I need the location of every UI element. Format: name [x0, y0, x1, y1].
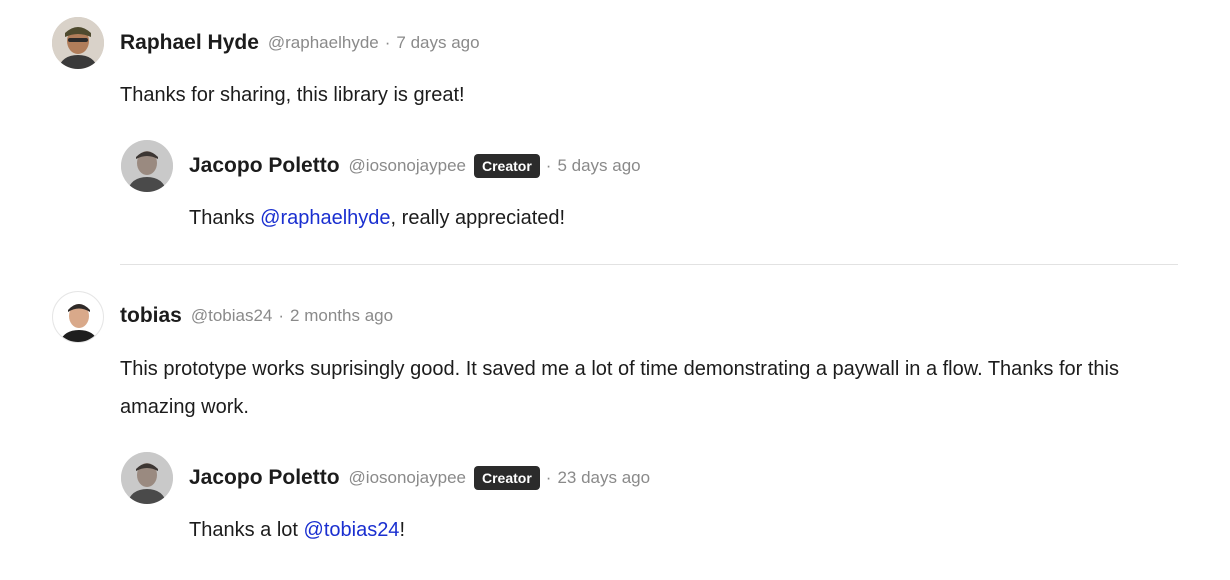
comment-header: tobias @tobias24 · 2 months ago: [120, 301, 393, 331]
reply-text: Thanks a lot @tobias24!: [189, 511, 405, 549]
user-photo-icon: [52, 17, 104, 69]
separator-dot: ·: [545, 156, 552, 175]
comment-header: Raphael Hyde @raphaelhyde · 7 days ago: [120, 28, 480, 58]
user-photo-icon: [121, 452, 173, 504]
reply-text: Thanks @raphaelhyde, really appreciated!: [189, 199, 565, 237]
reply-text-start: Thanks: [189, 207, 261, 229]
creator-badge: Creator: [473, 154, 540, 178]
reply-header: Jacopo Poletto @iosonojaypee Creator · 5…: [189, 151, 641, 181]
timestamp: 23 days ago: [557, 468, 651, 487]
separator-dot: ·: [278, 306, 285, 325]
comment-divider: [120, 264, 1178, 265]
creator-badge: Creator: [473, 466, 540, 490]
reply-text-end: !: [399, 519, 405, 541]
reply-header: Jacopo Poletto @iosonojaypee Creator · 2…: [189, 463, 650, 493]
author-name[interactable]: Jacopo Poletto: [189, 466, 340, 490]
user-photo-icon: [53, 292, 103, 342]
author-handle[interactable]: @tobias24: [191, 306, 273, 326]
avatar[interactable]: [121, 140, 173, 192]
author-name[interactable]: Jacopo Poletto: [189, 154, 340, 178]
author-handle[interactable]: @iosonojaypee: [349, 156, 466, 176]
author-handle[interactable]: @raphaelhyde: [268, 33, 379, 53]
timestamp: 5 days ago: [557, 156, 641, 175]
mention-link[interactable]: @raphaelhyde: [260, 207, 390, 229]
author-name[interactable]: Raphael Hyde: [120, 31, 259, 55]
comment-text: This prototype works suprisingly good. I…: [120, 358, 1119, 418]
user-photo-icon: [121, 140, 173, 192]
author-name[interactable]: tobias: [120, 304, 182, 328]
mention-link[interactable]: @tobias24: [304, 519, 400, 541]
reply-text-end: , really appreciated!: [390, 207, 566, 229]
timestamp: 7 days ago: [396, 33, 480, 52]
avatar[interactable]: [52, 291, 104, 343]
separator-dot: ·: [384, 33, 391, 52]
avatar[interactable]: [121, 452, 173, 504]
author-handle[interactable]: @iosonojaypee: [349, 468, 466, 488]
timestamp: 2 months ago: [290, 306, 394, 325]
comment-thread: Raphael Hyde @raphaelhyde · 7 days ago T…: [0, 0, 1230, 580]
separator-dot: ·: [545, 468, 552, 487]
avatar[interactable]: [52, 17, 104, 69]
comment-text: Thanks for sharing, this library is grea…: [120, 84, 465, 106]
reply-text-start: Thanks a lot: [189, 519, 304, 541]
